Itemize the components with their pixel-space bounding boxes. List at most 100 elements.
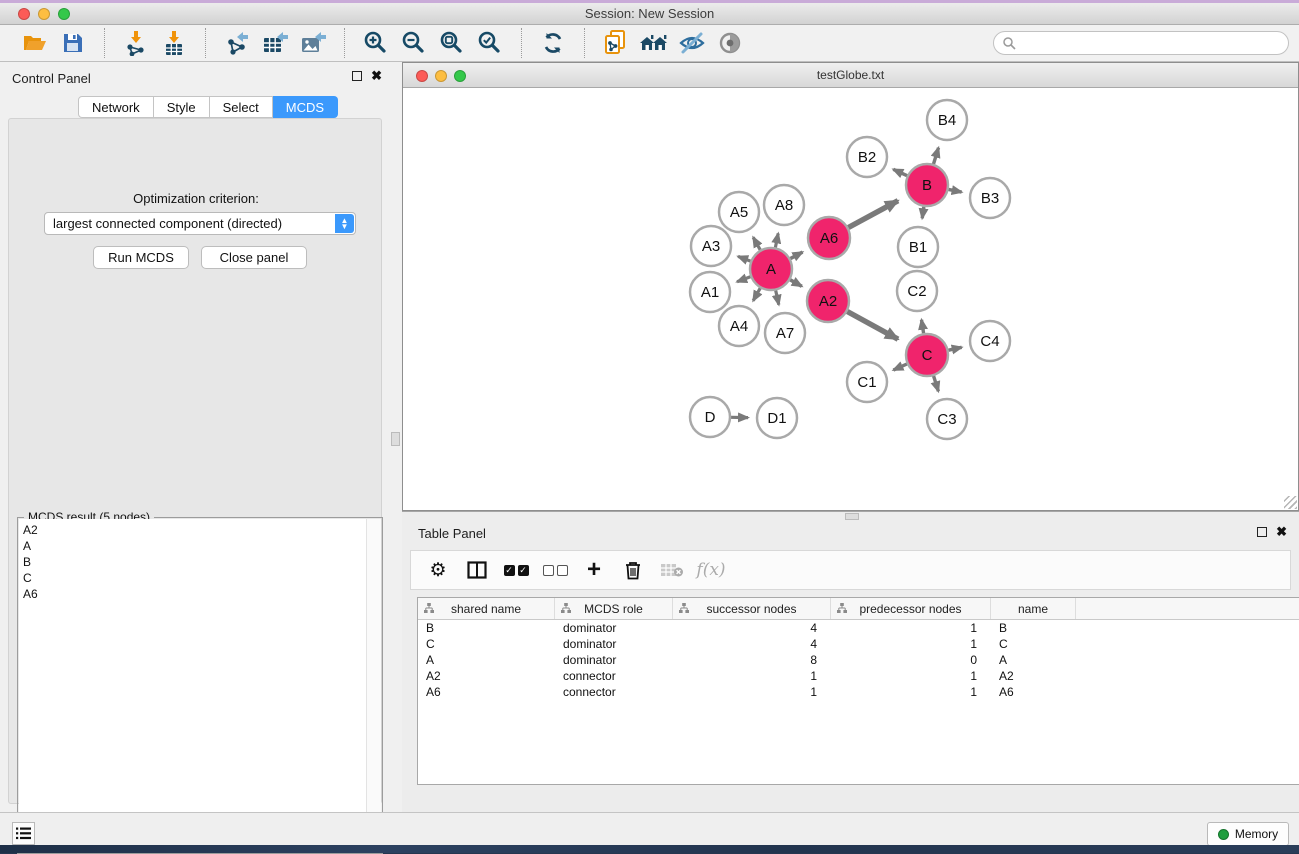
create-column-button[interactable]: + <box>577 554 611 586</box>
delete-table-button[interactable] <box>655 554 689 586</box>
node-A8[interactable]: A8 <box>764 185 804 225</box>
mcds-list-scrollbar[interactable] <box>366 519 381 852</box>
node-A5[interactable]: A5 <box>719 192 759 232</box>
edge-A-A8[interactable] <box>775 233 778 247</box>
tab-network[interactable]: Network <box>78 96 154 118</box>
edge-A-A5[interactable] <box>753 237 760 250</box>
duplicate-network-button[interactable] <box>597 28 635 58</box>
table-cell[interactable]: A <box>991 652 1076 668</box>
edge-A-A2[interactable] <box>790 280 802 287</box>
mcds-result-item[interactable]: C <box>23 570 366 586</box>
column-header-shared-name[interactable]: shared name <box>418 598 555 619</box>
table-cell[interactable]: A2 <box>991 668 1076 684</box>
node-A1[interactable]: A1 <box>690 272 730 312</box>
split-handle[interactable] <box>845 513 859 520</box>
table-cell[interactable]: B <box>991 620 1076 636</box>
table-row[interactable]: Cdominator41C <box>418 636 1299 652</box>
edge-B-B3[interactable] <box>949 189 962 192</box>
table-cell[interactable]: B <box>418 620 555 636</box>
first-neighbors-button[interactable] <box>635 28 673 58</box>
zoom-in-button[interactable] <box>357 28 395 58</box>
float-panel-icon[interactable] <box>1257 527 1267 537</box>
node-D1[interactable]: D1 <box>757 398 797 438</box>
tab-style[interactable]: Style <box>154 96 210 118</box>
node-D[interactable]: D <box>690 397 730 437</box>
table-cell[interactable]: 4 <box>673 636 831 652</box>
import-table-button[interactable] <box>155 28 193 58</box>
mcds-result-item[interactable]: B <box>23 554 366 570</box>
table-cell[interactable]: dominator <box>555 636 673 652</box>
delete-columns-button[interactable] <box>616 554 650 586</box>
table-cell[interactable]: 1 <box>831 668 991 684</box>
table-row[interactable]: A2connector11A2 <box>418 668 1299 684</box>
table-row[interactable]: A6connector11A6 <box>418 684 1299 700</box>
table-cell[interactable]: 8 <box>673 652 831 668</box>
table-cell[interactable]: 1 <box>673 684 831 700</box>
table-cell[interactable]: 1 <box>673 668 831 684</box>
edge-A-A7[interactable] <box>776 291 779 305</box>
table-cell[interactable]: connector <box>555 668 673 684</box>
table-cell[interactable]: 4 <box>673 620 831 636</box>
run-mcds-button[interactable]: Run MCDS <box>93 246 189 269</box>
edge-A-A6[interactable] <box>790 252 802 259</box>
table-cell[interactable]: A2 <box>418 668 555 684</box>
column-header-name[interactable]: name <box>991 598 1076 619</box>
mcds-result-item[interactable]: A2 <box>23 522 366 538</box>
close-panel-icon[interactable]: ✖ <box>1276 527 1287 537</box>
edge-C-C1[interactable] <box>893 364 907 370</box>
edge-A-A1[interactable] <box>737 277 750 282</box>
edge-A-A3[interactable] <box>738 256 750 261</box>
tab-mcds[interactable]: MCDS <box>273 96 338 118</box>
zoom-out-button[interactable] <box>395 28 433 58</box>
refresh-network-button[interactable] <box>534 28 572 58</box>
node-A2[interactable]: A2 <box>807 280 849 322</box>
export-table-button[interactable] <box>256 28 294 58</box>
hide-selected-button[interactable] <box>673 28 711 58</box>
save-session-button[interactable] <box>54 28 92 58</box>
node-A4[interactable]: A4 <box>719 306 759 346</box>
column-header-successor-nodes[interactable]: successor nodes <box>673 598 831 619</box>
edge-A6-B[interactable] <box>848 201 898 228</box>
node-A3[interactable]: A3 <box>691 226 731 266</box>
function-builder-button[interactable]: f(x) <box>694 554 728 586</box>
search-input[interactable] <box>993 31 1289 55</box>
table-row[interactable]: Bdominator41B <box>418 620 1299 636</box>
edge-B-B1[interactable] <box>922 207 924 219</box>
table-row[interactable]: Adominator80A <box>418 652 1299 668</box>
horizontal-split-divider[interactable] <box>402 511 1299 520</box>
column-header-mcds-role[interactable]: MCDS role <box>555 598 673 619</box>
edge-A2-C[interactable] <box>847 312 898 340</box>
zoom-fit-button[interactable] <box>433 28 471 58</box>
zoom-selected-button[interactable] <box>471 28 509 58</box>
mcds-result-item[interactable]: A <box>23 538 366 554</box>
edge-C-C2[interactable] <box>922 320 924 334</box>
node-B2[interactable]: B2 <box>847 137 887 177</box>
table-cell[interactable]: 1 <box>831 620 991 636</box>
show-all-button[interactable] <box>711 28 749 58</box>
table-cell[interactable]: C <box>991 636 1076 652</box>
table-cell[interactable]: dominator <box>555 620 673 636</box>
node-A6[interactable]: A6 <box>808 217 850 259</box>
node-B1[interactable]: B1 <box>898 227 938 267</box>
edge-C-C3[interactable] <box>934 376 939 391</box>
task-history-button[interactable] <box>12 822 35 845</box>
mcds-result-item[interactable]: A6 <box>23 586 366 602</box>
network-graph[interactable]: B4B2BB3A5A8A6A3B1AA1C2A2A4A7C4CC1C3DD1 <box>403 88 1298 510</box>
node-C[interactable]: C <box>906 334 948 376</box>
edge-B-B2[interactable] <box>893 169 907 175</box>
node-B[interactable]: B <box>906 164 948 206</box>
close-panel-icon[interactable]: ✖ <box>371 71 382 81</box>
table-cell[interactable]: 0 <box>831 652 991 668</box>
table-cell[interactable]: A <box>418 652 555 668</box>
table-cell[interactable]: 1 <box>831 684 991 700</box>
select-all-rows-button[interactable]: ✓✓ <box>499 554 533 586</box>
table-cell[interactable]: C <box>418 636 555 652</box>
table-cell[interactable]: dominator <box>555 652 673 668</box>
criterion-select[interactable]: largest connected component (directed) ▲… <box>44 212 356 235</box>
edge-A-A4[interactable] <box>753 288 760 301</box>
close-panel-button[interactable]: Close panel <box>201 246 307 269</box>
edge-C-C4[interactable] <box>949 347 962 350</box>
clear-row-selection-button[interactable] <box>538 554 572 586</box>
split-handle[interactable] <box>391 432 400 446</box>
node-A[interactable]: A <box>750 248 792 290</box>
